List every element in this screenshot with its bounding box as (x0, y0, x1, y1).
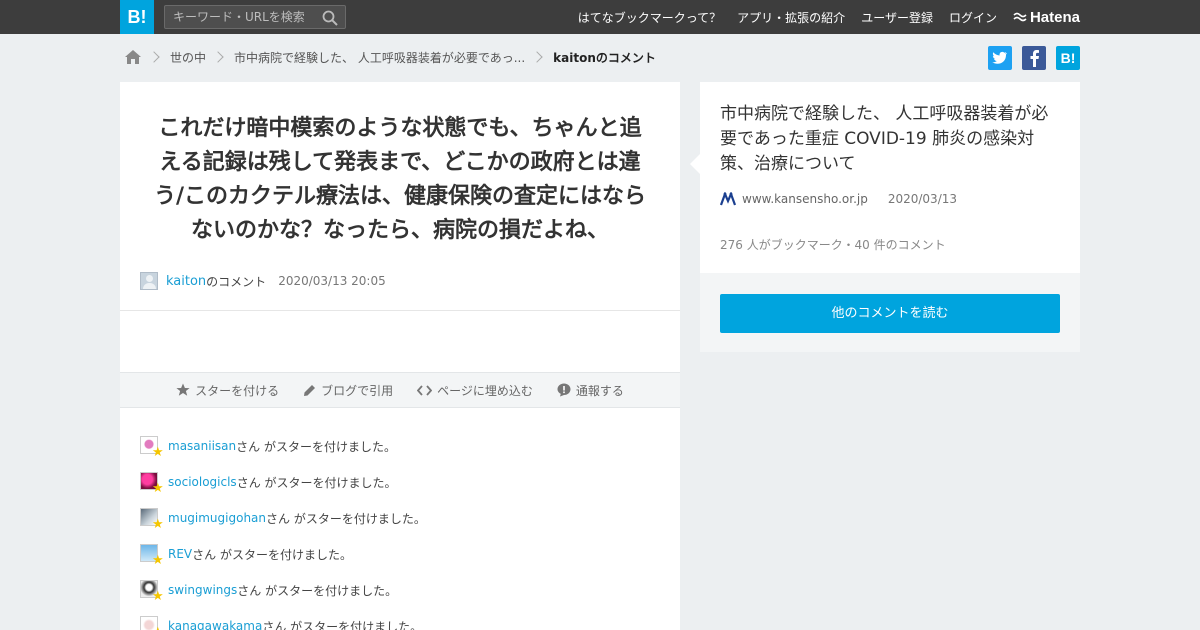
top-nav: はてなブックマークって？ アプリ・拡張の紹介 ユーザー登録 ログイン Haten… (562, 0, 1080, 34)
read-other-comments-button[interactable]: 他のコメントを読む (720, 294, 1060, 333)
list-item: ★ REV さん がスターを付けました。 (140, 536, 426, 572)
avatar[interactable]: ★ (140, 544, 164, 567)
entry-meta: www.kansensho.or.jp 2020/03/13 (720, 192, 957, 206)
nav-login[interactable]: ログイン (949, 9, 997, 26)
star-user[interactable]: mugimugigohan (168, 511, 266, 525)
entry-summary: 市中病院で経験した、 人工呼吸器装着が必要であった重症 COVID-19 肺炎の… (690, 82, 1080, 273)
comment-card: これだけ暗中模索のような状態でも、ちゃんと追える記録は残して発表まで、どこかの政… (120, 82, 680, 630)
chevron-right-icon (212, 51, 224, 63)
star-message: さん がスターを付けました。 (236, 439, 396, 454)
avatar[interactable]: ★ (140, 472, 164, 495)
home-icon[interactable] (124, 49, 142, 65)
entry-domain[interactable]: www.kansensho.or.jp (742, 192, 868, 206)
breadcrumb-category[interactable]: 世の中 (170, 49, 206, 66)
list-item: ★ mugimugigohan さん がスターを付けました。 (140, 500, 426, 536)
star-icon: ★ (152, 445, 164, 460)
nav-register[interactable]: ユーザー登録 (861, 9, 933, 26)
star-user[interactable]: swingwings (168, 583, 237, 597)
report-button[interactable]: 通報する (557, 382, 624, 399)
avatar[interactable]: ★ (140, 580, 164, 603)
blog-quote-label: ブログで引用 (321, 383, 394, 398)
hatena-bookmark-share-button[interactable]: B! (1056, 46, 1080, 70)
embed-button[interactable]: ページに埋め込む (417, 382, 533, 399)
author-suffix: のコメント (206, 274, 267, 289)
facebook-icon (1030, 50, 1039, 67)
blog-quote-button[interactable]: ブログで引用 (303, 382, 393, 399)
search-icon[interactable] (321, 9, 339, 27)
divider (120, 310, 680, 311)
list-item: ★ masaniisan さん がスターを付けました。 (140, 428, 426, 464)
search-box (164, 5, 346, 29)
breadcrumb-entry[interactable]: 市中病院で経験した、 人工呼吸器装着が必要であっ... (234, 49, 525, 66)
hatena-brand-link[interactable]: Hatena (1013, 9, 1080, 26)
star-message: さん がスターを付けました。 (236, 475, 397, 490)
pointer-arrow (690, 154, 700, 174)
entry-card: 市中病院で経験した、 人工呼吸器装着が必要であった重症 COVID-19 肺炎の… (690, 82, 1080, 352)
author-name[interactable]: kaiton (166, 274, 206, 289)
star-list: ★ masaniisan さん がスターを付けました。 ★ sociologic… (140, 428, 426, 630)
site-favicon-icon (720, 192, 736, 206)
share-buttons: B! (978, 46, 1080, 70)
add-star-button[interactable]: スターを付ける (176, 382, 279, 399)
code-icon (417, 384, 433, 396)
star-icon: ★ (152, 481, 164, 496)
avatar[interactable]: ★ (140, 436, 164, 459)
entry-date: 2020/03/13 (887, 192, 958, 206)
star-message: さん がスターを付けました。 (266, 511, 426, 526)
comment-date[interactable]: 2020/03/13 20:05 (278, 274, 386, 288)
chevron-right-icon (531, 51, 543, 63)
star-icon (176, 383, 190, 396)
hatena-brand-text: Hatena (1029, 8, 1080, 26)
star-icon: ★ (152, 589, 164, 604)
chevron-right-icon (148, 51, 160, 63)
star-icon: ★ (152, 517, 164, 532)
entry-counts[interactable]: 276 人がブックマーク・40 件のコメント (720, 236, 946, 253)
star-user[interactable]: REV (168, 547, 192, 561)
top-bar: B! はてなブックマークって？ アプリ・拡張の紹介 ユーザー登録 ログイン Ha… (0, 0, 1200, 34)
pencil-icon (304, 384, 316, 396)
list-item: ★ kanagawakama さん がスターを付けました。 (140, 608, 426, 630)
hatena-wave-icon (1013, 12, 1027, 22)
report-icon (557, 383, 571, 397)
report-label: 通報する (575, 383, 624, 398)
avatar[interactable]: ★ (140, 616, 164, 630)
twitter-icon (992, 51, 1007, 64)
embed-label: ページに埋め込む (437, 383, 533, 398)
nav-apps[interactable]: アプリ・拡張の紹介 (737, 9, 845, 26)
star-user[interactable]: sociologicls (168, 475, 237, 489)
breadcrumb-current: kaitonのコメント (553, 50, 656, 65)
star-icon: ★ (152, 553, 164, 568)
star-message: さん がスターを付けました。 (237, 583, 398, 598)
twitter-share-button[interactable] (988, 46, 1012, 70)
breadcrumb: 世の中 市中病院で経験した、 人工呼吸器装着が必要であっ... kaitonのコ… (124, 46, 656, 68)
comment-actions: スターを付ける ブログで引用 ページに埋め込む 通報する (120, 372, 680, 408)
facebook-share-button[interactable] (1022, 46, 1046, 70)
star-user[interactable]: masaniisan (168, 439, 236, 453)
star-user[interactable]: kanagawakama (168, 619, 262, 630)
comment-text: これだけ暗中模索のような状態でも、ちゃんと追える記録は残して発表まで、どこかの政… (153, 116, 647, 243)
search-input[interactable] (165, 6, 315, 28)
hatena-bookmark-icon: B! (1060, 50, 1076, 66)
entry-title[interactable]: 市中病院で経験した、 人工呼吸器装着が必要であった重症 COVID-19 肺炎の… (720, 102, 1065, 177)
comment-author: kaiton のコメント 2020/03/13 20:05 (140, 272, 386, 290)
list-item: ★ sociologicls さん がスターを付けました。 (140, 464, 426, 500)
avatar[interactable]: ★ (140, 508, 164, 531)
avatar[interactable] (140, 272, 158, 290)
hatena-bookmark-logo[interactable]: B! (120, 0, 154, 34)
nav-about[interactable]: はてなブックマークって？ (578, 9, 721, 26)
star-icon: ★ (152, 626, 164, 630)
list-item: ★ swingwings さん がスターを付けました。 (140, 572, 426, 608)
add-star-label: スターを付ける (195, 383, 280, 398)
star-message: さん がスターを付けました。 (262, 619, 423, 630)
star-message: さん がスターを付けました。 (192, 547, 352, 562)
